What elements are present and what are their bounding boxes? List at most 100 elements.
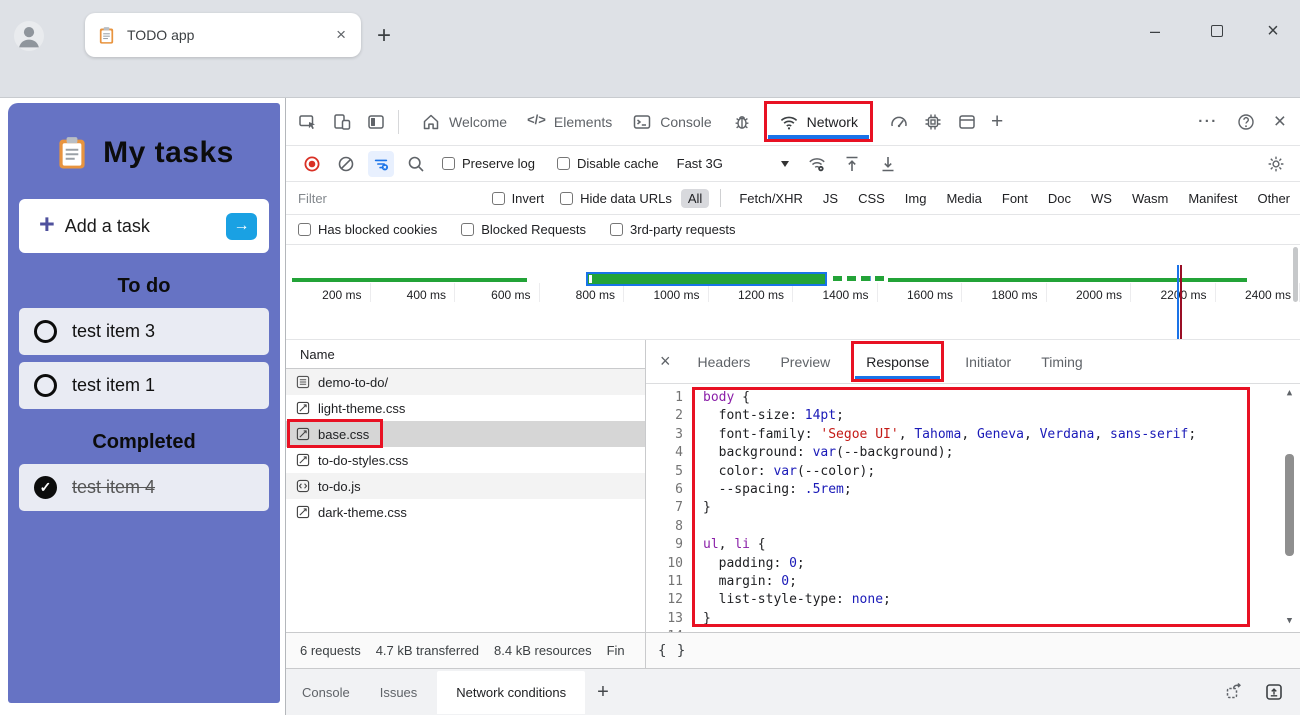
filter-input[interactable]: Filter [298, 191, 478, 206]
drawer-tab-console[interactable]: Console [302, 685, 350, 700]
devtools-menu-button[interactable]: ··· [1198, 113, 1218, 130]
line-number: 14 [646, 628, 692, 632]
drawer-tab-network-conditions[interactable]: Network conditions [437, 670, 586, 714]
window-maximize-button[interactable] [1202, 18, 1232, 44]
device-emulation-icon[interactable] [332, 112, 352, 132]
timeline-tick: 1600 ms [878, 282, 962, 302]
details-close-icon[interactable]: × [660, 351, 671, 372]
table-row-to-do-js[interactable]: to-do.js [286, 473, 645, 499]
tab-timing[interactable]: Timing [1032, 340, 1092, 384]
response-code-viewer[interactable]: 1234567891011121314 body { font-size: 14… [646, 384, 1300, 632]
network-settings-gear-icon[interactable] [1266, 154, 1286, 174]
line-number: 13 [667, 610, 683, 626]
table-row-light-theme-css[interactable]: light-theme.css [286, 395, 645, 421]
throttling-dropdown[interactable]: Fast 3G [677, 156, 789, 171]
record-network-log-button[interactable] [302, 154, 322, 174]
add-task-input[interactable]: + Add a task → [19, 199, 269, 253]
disable-cache-checkbox[interactable]: Disable cache [556, 156, 659, 171]
filter-category-fetchxhr[interactable]: Fetch/XHR [729, 191, 813, 206]
filter-category-ws[interactable]: WS [1081, 191, 1122, 206]
filter-category-other[interactable]: Other [1247, 191, 1300, 206]
window-minimize-button[interactable]: – [1140, 18, 1170, 44]
checkbox-blocked-requests[interactable]: Blocked Requests [461, 222, 586, 237]
scroll-up-icon[interactable]: ▲ [1282, 388, 1297, 398]
tab-close-icon[interactable]: × [333, 25, 349, 45]
layout-panel-icon[interactable] [957, 112, 977, 132]
stylesheet-file-icon [296, 505, 310, 519]
waterfall-bar[interactable] [833, 276, 884, 281]
window-close-button[interactable]: × [1258, 18, 1288, 44]
checkbox[interactable] [556, 157, 570, 170]
search-icon[interactable] [406, 154, 426, 174]
performance-gauge-icon[interactable] [889, 112, 909, 132]
profile-avatar[interactable] [14, 21, 44, 51]
todo-item[interactable]: ✓ test item 4 [19, 464, 269, 511]
new-tab-button[interactable]: + [377, 22, 391, 50]
add-drawer-tab-button[interactable]: + [597, 681, 609, 704]
clear-network-log-button[interactable] [336, 154, 356, 174]
network-conditions-icon[interactable] [807, 154, 827, 174]
checkbox[interactable] [298, 223, 311, 236]
table-row-demo-to-do-[interactable]: demo-to-do/ [286, 369, 645, 395]
browser-tab[interactable]: TODO app × [85, 13, 361, 57]
pretty-print-button[interactable]: { } [658, 643, 686, 659]
checkbox[interactable] [461, 223, 475, 236]
tab-initiator[interactable]: Initiator [956, 340, 1020, 384]
table-row-dark-theme-css[interactable]: dark-theme.css [286, 499, 645, 525]
filter-category-js[interactable]: JS [813, 191, 848, 206]
drawer-tab-issues[interactable]: Issues [380, 685, 418, 700]
pop-out-icon[interactable] [1224, 682, 1244, 702]
vertical-scrollbar[interactable]: ▲ ▼ [1282, 388, 1297, 626]
tab-console[interactable]: Console [622, 98, 721, 146]
unchecked-circle-icon[interactable] [34, 374, 57, 397]
checkbox-has-blocked-cookies[interactable]: Has blocked cookies [298, 222, 437, 237]
column-header-name[interactable]: Name [286, 340, 645, 369]
tab-response[interactable]: Response [851, 341, 945, 382]
bug-icon[interactable] [732, 112, 752, 132]
scrollbar-thumb[interactable] [1293, 247, 1298, 302]
scroll-down-icon[interactable]: ▼ [1282, 616, 1297, 626]
filter-category-media[interactable]: Media [936, 191, 991, 206]
checkbox[interactable] [610, 223, 624, 236]
filter-category-manifest[interactable]: Manifest [1178, 191, 1247, 206]
tab-preview[interactable]: Preview [771, 340, 839, 384]
filter-category-wasm[interactable]: Wasm [1122, 191, 1178, 206]
waterfall-bar[interactable] [585, 272, 827, 286]
waterfall-bar[interactable] [888, 278, 1248, 282]
filter-category-img[interactable]: Img [895, 191, 937, 206]
document-file-icon [296, 375, 310, 389]
add-task-submit-button[interactable]: → [226, 212, 257, 240]
inspect-element-icon[interactable] [298, 112, 318, 132]
checked-circle-icon[interactable]: ✓ [34, 476, 57, 499]
tab-headers[interactable]: Headers [689, 340, 760, 384]
waterfall-bar[interactable] [292, 278, 527, 282]
filter-category-css[interactable]: CSS [848, 191, 895, 206]
tab-welcome[interactable]: Welcome [411, 98, 517, 146]
checkbox--rd-party-requests[interactable]: 3rd-party requests [610, 222, 736, 237]
dock-side-icon[interactable] [366, 112, 386, 132]
expand-drawer-icon[interactable] [1264, 682, 1284, 702]
help-icon[interactable] [1236, 112, 1256, 132]
scrollbar-thumb[interactable] [1285, 454, 1294, 556]
unchecked-circle-icon[interactable] [34, 320, 57, 343]
hide-data-urls-checkbox[interactable]: Hide data URLs [560, 191, 672, 206]
table-row-base-css[interactable]: base.css [286, 419, 645, 448]
checkbox[interactable] [442, 157, 455, 170]
tab-network[interactable]: Network [763, 101, 873, 142]
network-overview-timeline[interactable]: 200 ms 400 ms 600 ms 800 ms 1000 ms 1200 ms 14… [286, 245, 1300, 340]
memory-chip-icon[interactable] [923, 112, 943, 132]
import-har-icon[interactable] [842, 154, 862, 174]
tab-elements[interactable]: </> Elements [517, 98, 622, 146]
filter-category-all[interactable]: All [680, 188, 710, 208]
devtools-close-button[interactable]: × [1274, 110, 1286, 134]
preserve-log-checkbox[interactable]: Preserve log [442, 156, 535, 171]
filter-toggle-button[interactable] [368, 150, 394, 177]
todo-item[interactable]: test item 3 [19, 308, 269, 355]
todo-item[interactable]: test item 1 [19, 362, 269, 409]
invert-checkbox[interactable]: Invert [491, 191, 544, 206]
filter-category-doc[interactable]: Doc [1038, 191, 1081, 206]
filter-category-font[interactable]: Font [992, 191, 1038, 206]
more-tools-button[interactable]: + [991, 110, 1003, 134]
table-row-to-do-styles-css[interactable]: to-do-styles.css [286, 447, 645, 473]
export-har-icon[interactable] [878, 154, 898, 174]
